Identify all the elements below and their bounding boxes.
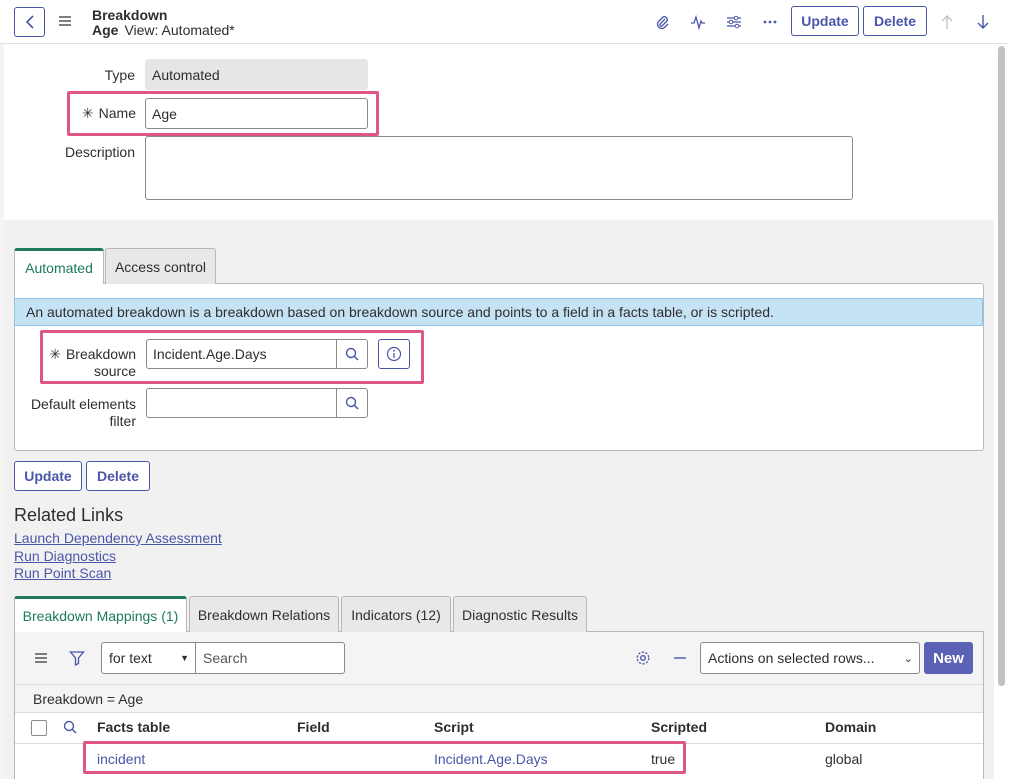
more-options-icon[interactable] [760,12,780,32]
breakdown-source-lookup-button[interactable] [336,339,368,369]
arrow-up-icon[interactable] [937,12,957,32]
search-field-value: for text [109,650,152,666]
activity-pulse-icon[interactable] [688,12,708,32]
hamburger-menu-icon[interactable] [58,14,72,28]
column-header-script[interactable]: Script [434,719,474,735]
type-label: Type [104,67,135,83]
list-breadcrumb[interactable]: Breakdown = Age [15,684,983,712]
column-header-facts-table[interactable]: Facts table [97,719,170,735]
row-highlight [83,741,686,774]
breakdown-source-label-line2: source [93,363,136,379]
default-filter-lookup-button[interactable] [336,388,368,418]
paperclip-icon[interactable] [652,12,672,32]
header-update-button[interactable]: Update [791,6,859,36]
default-elements-filter-label: Default elements filter [20,396,136,430]
link-launch-dependency-assessment[interactable]: Launch Dependency Assessment [14,530,222,546]
caret-down-icon: ▼ [180,653,189,663]
header-delete-button[interactable]: Delete [863,6,927,36]
name-label-text: Name [98,105,136,121]
search-field-select[interactable]: for text ▼ [101,642,196,674]
view-label: View: Automated* [124,22,235,38]
arrow-down-icon[interactable] [973,12,993,32]
breakdown-source-label-line1: Breakdown [65,346,136,362]
search-icon [345,347,359,361]
name-label: ✳ Name [78,105,136,122]
page-subtitle: Age View: Automated* [92,22,235,38]
actions-select[interactable]: Actions on selected rows... ⌄ [700,642,920,674]
tab-automated[interactable]: Automated [14,248,104,284]
new-button[interactable]: New [924,642,973,674]
column-header-field[interactable]: Field [297,719,330,735]
column-header-scripted[interactable]: Scripted [651,719,707,735]
mandatory-asterisk-icon: ✳ [49,346,61,362]
description-textarea[interactable] [145,136,853,200]
default-elements-filter-input[interactable] [146,388,337,418]
select-all-checkbox[interactable] [31,720,47,736]
name-input[interactable]: Age [145,98,368,129]
link-run-diagnostics[interactable]: Run Diagnostics [14,548,116,564]
list-menu-icon[interactable] [34,651,48,668]
chevron-down-icon: ⌄ [903,652,913,665]
breakdown-source-label: ✳ Breakdown source [44,346,136,380]
description-label: Description [64,144,135,160]
gear-icon[interactable] [635,650,651,669]
tab-breakdown-relations[interactable]: Breakdown Relations [189,596,339,632]
back-button[interactable] [14,7,45,37]
default-elements-filter-label-line2: filter [109,413,136,429]
default-elements-filter-label-line1: Default elements [30,396,136,412]
breakdown-source-info-button[interactable] [378,339,410,369]
record-name: Age [92,22,119,38]
link-run-point-scan[interactable]: Run Point Scan [14,565,111,581]
breakdown-source-input[interactable]: Incident.Age.Days [146,339,337,369]
settings-sliders-icon[interactable] [724,12,744,32]
vertical-scrollbar[interactable] [998,46,1005,686]
collapse-icon[interactable] [672,650,688,669]
mandatory-asterisk-icon: ✳ [81,105,94,121]
cell-script[interactable]: Incident.Age.Days [434,751,548,767]
cell-domain: global [825,751,863,767]
cell-facts-table[interactable]: incident [97,751,145,767]
related-links-title: Related Links [14,505,124,525]
cell-scripted: true [651,751,676,767]
actions-select-value: Actions on selected rows... [708,650,875,666]
search-icon [345,396,359,410]
column-search-icon[interactable] [63,720,77,737]
tab-indicators[interactable]: Indicators (12) [341,596,451,632]
type-field: Automated [145,59,368,90]
tab-access-control[interactable]: Access control [105,248,216,284]
column-header-domain[interactable]: Domain [825,719,876,735]
tab-breakdown-mappings[interactable]: Breakdown Mappings (1) [14,596,187,632]
header-divider [15,712,983,713]
info-icon [386,346,402,362]
info-message: An automated breakdown is a breakdown ba… [14,298,983,326]
chevron-left-icon [25,15,34,29]
delete-button[interactable]: Delete [86,461,150,491]
filter-icon[interactable] [69,650,85,669]
page-title: Breakdown [92,7,168,23]
tab-diagnostic-results[interactable]: Diagnostic Results [453,596,587,632]
list-search-input[interactable]: Search [195,642,345,674]
form-header: Breakdown Age View: Automated* Update Del… [0,0,1009,44]
update-button[interactable]: Update [14,461,82,491]
